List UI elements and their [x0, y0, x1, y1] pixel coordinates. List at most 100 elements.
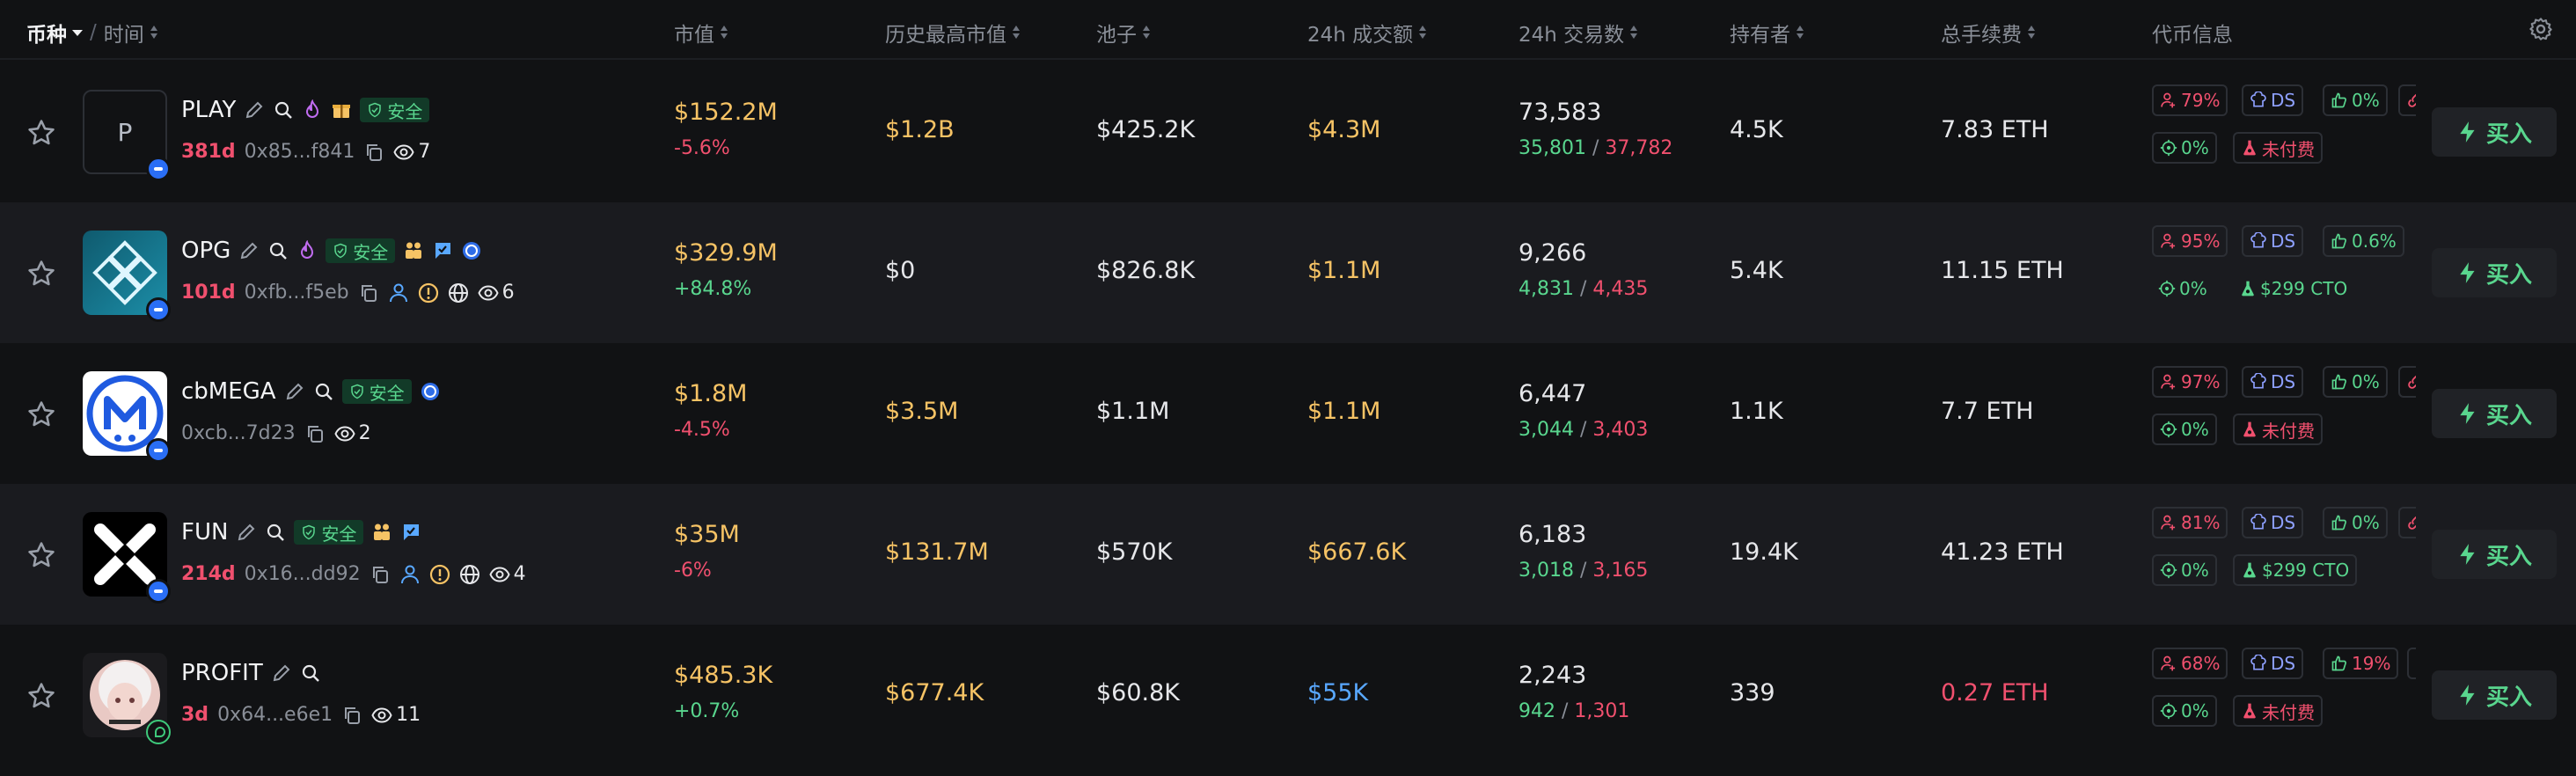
eye-icon: [478, 282, 499, 304]
gear-icon[interactable]: [2528, 17, 2553, 41]
token-symbol[interactable]: OPG: [181, 238, 231, 264]
pencil-icon[interactable]: [238, 240, 260, 261]
star-icon[interactable]: [26, 681, 56, 711]
column-header-volume[interactable]: 24h 成交额: [1307, 18, 1427, 48]
eye-icon: [334, 423, 355, 444]
paid-status-chip[interactable]: 未付费: [2233, 695, 2323, 727]
dev-sold-chip[interactable]: DS: [2242, 507, 2304, 538]
link-chip[interactable]: [2412, 225, 2416, 257]
search-icon[interactable]: [267, 240, 289, 261]
table-row[interactable]: cbMEGA 安全 0xcb...7d23 2 $1.8M -4.5% $3.5…: [0, 343, 2576, 484]
dev-holding-chip[interactable]: 0%: [2323, 84, 2388, 116]
table-row[interactable]: FUN 安全 214d 0x16...dd92 4 $35M -6% $131.…: [0, 484, 2576, 625]
pencil-icon[interactable]: [284, 381, 305, 402]
dev-sold-chip[interactable]: DS: [2242, 84, 2304, 116]
top10-holders-chip[interactable]: 68%: [2152, 648, 2228, 679]
column-header-fees[interactable]: 总手续费: [1941, 18, 2036, 48]
token-age: 214d: [181, 563, 236, 585]
link-chip[interactable]: [2398, 507, 2416, 538]
copy-icon[interactable]: [341, 705, 362, 726]
sort-icon[interactable]: [1012, 25, 1021, 40]
paid-status-chip[interactable]: 未付费: [2233, 414, 2323, 445]
star-icon[interactable]: [26, 540, 56, 570]
table-row[interactable]: OPG 安全 101d 0xfb...f5eb 6 $329.9M +84.8%…: [0, 202, 2576, 343]
snipers-chip[interactable]: 0%: [2152, 695, 2217, 727]
search-icon[interactable]: [313, 381, 334, 402]
sort-icon[interactable]: [1796, 25, 1804, 40]
dev-sold-chip[interactable]: DS: [2242, 648, 2304, 679]
sort-icon[interactable]: [1629, 25, 1638, 40]
time-sort-label[interactable]: 时间: [104, 18, 144, 48]
copy-icon[interactable]: [363, 142, 384, 163]
top10-holders-chip[interactable]: 81%: [2152, 507, 2228, 538]
coin-sort-label[interactable]: 币种: [26, 18, 67, 48]
dev-sold-chip[interactable]: DS: [2242, 366, 2304, 398]
token-symbol[interactable]: FUN: [181, 519, 228, 545]
search-icon[interactable]: [265, 522, 286, 543]
dev-sold-chip[interactable]: DS: [2242, 225, 2304, 257]
token-address[interactable]: 0xfb...f5eb: [245, 282, 349, 304]
token-symbol[interactable]: PLAY: [181, 97, 236, 123]
snipers-chip[interactable]: 0%: [2152, 414, 2217, 445]
user-icon[interactable]: [399, 564, 421, 585]
token-address[interactable]: 0x64...e6e1: [217, 704, 333, 726]
safe-badge: 安全: [294, 520, 364, 545]
link-chip[interactable]: [2398, 366, 2416, 398]
top10-holders-chip[interactable]: 97%: [2152, 366, 2228, 398]
pencil-icon[interactable]: [236, 522, 257, 543]
copy-icon[interactable]: [358, 282, 379, 304]
verified-chat-icon: [400, 522, 421, 543]
snipers-chip[interactable]: 0%: [2152, 132, 2217, 164]
search-icon[interactable]: [300, 663, 321, 684]
dev-holding-chip[interactable]: 0%: [2323, 366, 2388, 398]
snipers-chip[interactable]: 0%: [2152, 273, 2214, 304]
chevron-down-icon[interactable]: [72, 29, 83, 36]
column-header-holders[interactable]: 持有者: [1730, 18, 1804, 48]
column-header-pool[interactable]: 池子: [1096, 18, 1151, 48]
sort-icon[interactable]: [1142, 25, 1151, 40]
globe-icon[interactable]: [448, 282, 469, 304]
table-row[interactable]: PROFIT 3d 0x64...e6e1 11 $485.3K +0.7% $…: [0, 625, 2576, 765]
copy-icon[interactable]: [370, 564, 391, 585]
buy-button[interactable]: 买入: [2432, 389, 2557, 438]
dev-holding-chip[interactable]: 0%: [2323, 507, 2388, 538]
token-symbol[interactable]: cbMEGA: [181, 378, 276, 405]
link-chip[interactable]: [2407, 648, 2416, 679]
search-icon[interactable]: [273, 99, 294, 121]
paid-status-chip[interactable]: $299 CTO: [2233, 554, 2358, 586]
snipers-chip[interactable]: 0%: [2152, 554, 2217, 586]
column-header-market-cap[interactable]: 市值: [674, 18, 728, 48]
token-address[interactable]: 0x85...f841: [245, 141, 355, 163]
sort-icon[interactable]: [150, 25, 158, 40]
token-address[interactable]: 0xcb...7d23: [181, 422, 296, 444]
link-chip[interactable]: [2398, 84, 2416, 116]
star-icon[interactable]: [26, 259, 56, 289]
column-header-ath[interactable]: 历史最高市值: [885, 18, 1021, 48]
column-header-txns[interactable]: 24h 交易数: [1519, 18, 1638, 48]
top10-holders-chip[interactable]: 79%: [2152, 84, 2228, 116]
token-address[interactable]: 0x16...dd92: [245, 563, 361, 585]
dev-holding-chip[interactable]: 19%: [2323, 648, 2399, 679]
buy-button[interactable]: 买入: [2432, 248, 2557, 297]
star-icon[interactable]: [26, 399, 56, 429]
star-icon[interactable]: [26, 118, 56, 148]
dev-holding-chip[interactable]: 0.6%: [2323, 225, 2404, 257]
coin-time-toggle[interactable]: 币种 / 时间: [26, 18, 158, 48]
sort-icon[interactable]: [2027, 25, 2036, 40]
token-symbol[interactable]: PROFIT: [181, 660, 263, 686]
buy-label: 买入: [2485, 543, 2532, 570]
user-icon[interactable]: [388, 282, 409, 304]
sort-icon[interactable]: [1418, 25, 1427, 40]
top10-holders-chip[interactable]: 95%: [2152, 225, 2228, 257]
paid-status-chip[interactable]: 未付费: [2233, 132, 2323, 164]
pencil-icon[interactable]: [271, 663, 292, 684]
copy-icon[interactable]: [304, 423, 326, 444]
sort-icon[interactable]: [720, 25, 728, 40]
paid-status-chip[interactable]: $299 CTO: [2233, 273, 2353, 304]
table-row[interactable]: P PLAY 安全 381d 0x85...f841 7 $152.2M -5.…: [0, 62, 2576, 202]
buy-button[interactable]: 买入: [2432, 530, 2557, 579]
buy-button[interactable]: 买入: [2432, 670, 2557, 720]
globe-icon[interactable]: [459, 564, 480, 585]
buy-button[interactable]: 买入: [2432, 107, 2557, 157]
pencil-icon[interactable]: [244, 99, 265, 121]
